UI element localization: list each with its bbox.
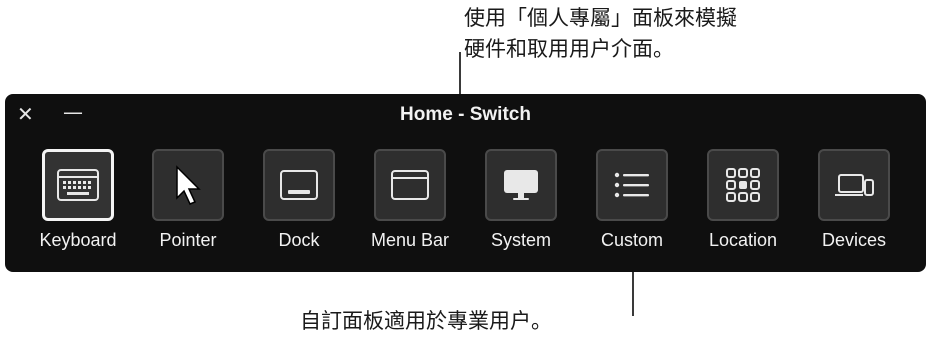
keyboard-label: Keyboard bbox=[39, 230, 117, 250]
devices-tile[interactable] bbox=[818, 149, 890, 221]
dock-label: Dock bbox=[278, 230, 320, 250]
devices-label: Devices bbox=[821, 230, 887, 250]
keyboard-item[interactable]: Keyboard bbox=[23, 149, 133, 251]
pointer-tile[interactable] bbox=[152, 149, 224, 221]
location-item[interactable]: Location bbox=[688, 149, 798, 251]
menu-bar-item[interactable]: Menu Bar bbox=[355, 149, 465, 251]
menu-bar-label: Menu Bar bbox=[370, 230, 450, 250]
location-tile[interactable] bbox=[707, 149, 779, 221]
keyboard-tile[interactable] bbox=[42, 149, 114, 221]
callout-top-leader-line bbox=[459, 52, 461, 94]
location-label: Location bbox=[708, 230, 778, 250]
custom-item[interactable]: Custom bbox=[577, 149, 687, 251]
custom-list-icon bbox=[614, 172, 649, 198]
callout-top-text: 使用「個人專屬」面板來模擬 硬件和取用用户介面。 bbox=[464, 6, 737, 61]
panel-title: Home - Switch bbox=[400, 104, 531, 125]
system-item[interactable]: System bbox=[466, 149, 576, 251]
dock-tile[interactable] bbox=[263, 149, 335, 221]
pointer-icon bbox=[176, 165, 201, 205]
pointer-item[interactable]: Pointer bbox=[133, 149, 243, 251]
dock-item[interactable]: Dock bbox=[244, 149, 354, 251]
menu-bar-icon bbox=[391, 170, 429, 200]
devices-item[interactable]: Devices bbox=[799, 149, 909, 251]
menu-bar-tile[interactable] bbox=[374, 149, 446, 221]
devices-icon bbox=[835, 174, 874, 196]
pointer-label: Pointer bbox=[159, 230, 217, 250]
custom-label: Custom bbox=[600, 230, 663, 250]
system-label: System bbox=[490, 230, 551, 250]
location-grid-icon bbox=[726, 168, 760, 202]
system-icon bbox=[504, 170, 538, 200]
home-switch-panel: ✕ — Home - Switch Keyboard Pointer Dock … bbox=[5, 94, 926, 272]
custom-tile[interactable] bbox=[596, 149, 668, 221]
dock-icon bbox=[280, 170, 318, 200]
callout-bottom-text: 自訂面板適用於專業用户。 bbox=[300, 309, 552, 333]
system-tile[interactable] bbox=[485, 149, 557, 221]
keyboard-icon bbox=[57, 169, 99, 201]
